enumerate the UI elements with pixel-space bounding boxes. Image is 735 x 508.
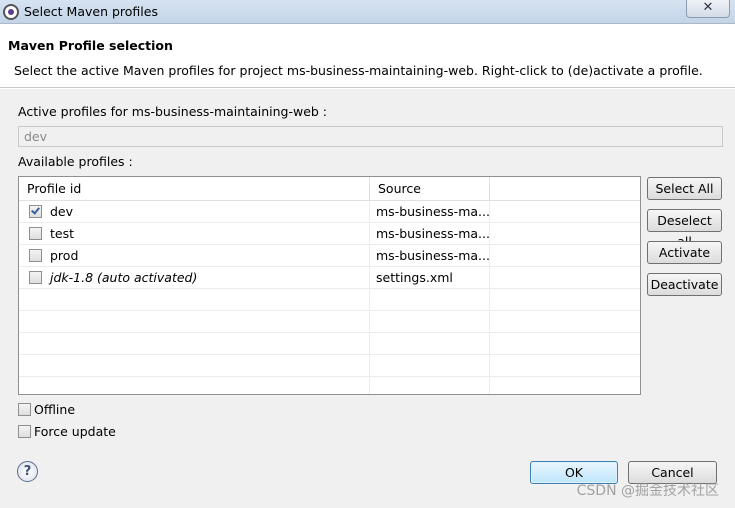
empty-table-row [19, 377, 640, 394]
profile-checkbox[interactable] [29, 249, 42, 262]
profile-source-cell: ms-business-ma... [370, 201, 490, 223]
offline-label: Offline [34, 402, 76, 417]
window-title: Select Maven profiles [24, 4, 158, 19]
profile-id-text: jdk-1.8 (auto activated) [50, 270, 198, 285]
profile-checkbox[interactable] [29, 205, 42, 218]
column-header-empty [490, 177, 640, 201]
active-profiles-field: dev [18, 126, 723, 147]
available-profiles-label: Available profiles : [18, 154, 133, 169]
empty-table-row [19, 355, 640, 377]
profile-empty-cell [490, 201, 640, 223]
profile-empty-cell [490, 245, 640, 267]
profile-id-cell: test [19, 223, 370, 245]
column-header-profile-id[interactable]: Profile id [19, 177, 370, 201]
profile-source-cell: ms-business-ma... [370, 245, 490, 267]
profile-source-cell: settings.xml [370, 267, 490, 289]
table-row[interactable]: dev ms-business-ma... [19, 201, 640, 223]
activate-button[interactable]: Activate [647, 241, 722, 264]
profile-empty-cell [490, 223, 640, 245]
force-update-checkbox[interactable] [18, 425, 31, 438]
active-profiles-label: Active profiles for ms-business-maintain… [18, 104, 328, 119]
empty-table-row [19, 289, 640, 311]
force-update-label: Force update [34, 424, 116, 439]
select-all-button[interactable]: Select All [647, 177, 722, 200]
eclipse-app-icon [3, 4, 19, 20]
profile-id-cell: dev [19, 201, 370, 223]
table-row[interactable]: prod ms-business-ma... [19, 245, 640, 267]
column-header-source[interactable]: Source [370, 177, 490, 201]
deselect-all-button[interactable]: Deselect all [647, 209, 722, 249]
profile-id-text: dev [50, 204, 74, 219]
profile-checkbox[interactable] [29, 271, 42, 284]
help-icon[interactable]: ? [17, 461, 38, 482]
title-bar: Select Maven profiles ✕ [0, 0, 735, 24]
profile-source-cell: ms-business-ma... [370, 223, 490, 245]
table-body: dev ms-business-ma... test ms-business-ma..… [19, 201, 640, 394]
profile-empty-cell [490, 267, 640, 289]
profile-id-cell: prod [19, 245, 370, 267]
profile-id-text: test [50, 226, 75, 241]
table-row[interactable]: test ms-business-ma... [19, 223, 640, 245]
empty-table-row [19, 311, 640, 333]
table-header: Profile id Source [19, 177, 640, 201]
profile-checkbox[interactable] [29, 227, 42, 240]
header-banner: Maven Profile selection Select the activ… [0, 24, 735, 88]
profiles-table[interactable]: Profile id Source dev ms-business-ma... te… [18, 176, 641, 395]
empty-table-row [19, 333, 640, 355]
offline-checkbox[interactable] [18, 403, 31, 416]
close-button[interactable]: ✕ [686, 0, 730, 18]
dialog-description: Select the active Maven profiles for pro… [14, 63, 703, 78]
header-separator [0, 88, 735, 89]
deactivate-button[interactable]: Deactivate [647, 273, 722, 296]
dialog-heading: Maven Profile selection [8, 38, 173, 53]
profile-id-cell: jdk-1.8 (auto activated) [19, 267, 370, 289]
table-row[interactable]: jdk-1.8 (auto activated) settings.xml [19, 267, 640, 289]
watermark-text: CSDN @掘金技术社区 [576, 483, 719, 499]
profile-id-text: prod [50, 248, 79, 263]
